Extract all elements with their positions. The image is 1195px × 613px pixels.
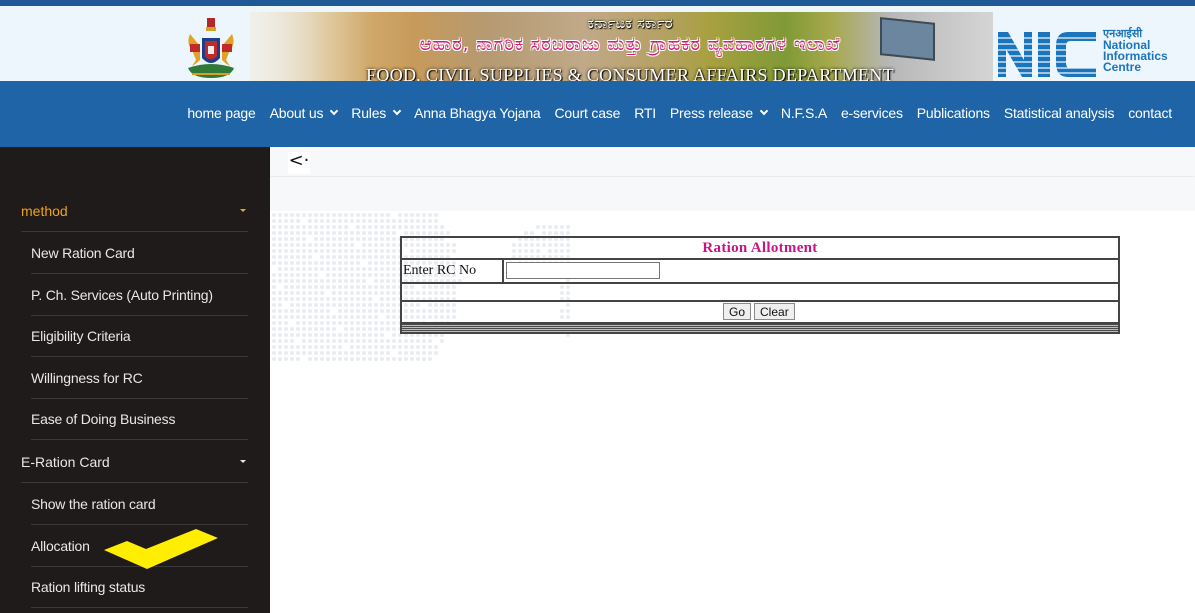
sidebar-item-eligibility-criteria[interactable]: Eligibility Criteria [31,316,248,357]
nav-item-anna-bhagya-yojana[interactable]: Anna Bhagya Yojana [407,105,547,121]
nav-item-label: About us [270,105,324,121]
nav-item-home-page[interactable]: home page [180,105,262,121]
sidebar-group-label: E-Ration Card [21,454,110,470]
nav-item-n-f-s-a[interactable]: N.F.S.A [774,105,834,121]
form-actions: Go Clear [402,302,1118,322]
sidebar-group-method[interactable]: method [21,190,248,232]
nav-item-publications[interactable]: Publications [910,105,997,121]
chevron-down-icon [760,107,768,115]
nav-item-press-release[interactable]: Press release [663,105,774,121]
nav-item-statistical-analysis[interactable]: Statistical analysis [997,105,1121,121]
chevron-down-icon [393,107,401,115]
nav-menu: home page About us Rules Anna Bhagya Yojana… [180,105,1179,121]
rc-number-input[interactable] [506,262,660,279]
banner-kannada-dept: ಆಹಾರ, ನಾಗರಿಕ ಸರಬರಾಜು ಮತ್ತು ಗ್ರಾಹಕರ ವ್ಯವಹ… [370,34,890,55]
nav-item-label: Press release [670,105,753,121]
nav-item-court-case[interactable]: Court case [548,105,628,121]
chevron-down-icon [330,107,338,115]
sidebar-item-willingness-for-rc[interactable]: Willingness for RC [31,358,248,399]
rc-number-row: Enter RC No [402,260,1118,284]
nic-mark-icon [998,32,1096,77]
back-arrow-icon[interactable]: <· [288,152,310,174]
sidebar-item-p-ch-services-auto-printing[interactable]: P. Ch. Services (Auto Printing) [31,275,248,316]
nav-item-label: e-services [841,105,903,121]
form-footer-stripes [402,322,1118,332]
header-banner: ಕರ್ನಾಟಕ ಸರ್ಕಾರ ಆಹಾರ, ನಾಗರಿಕ ಸರಬರಾಜು ಮತ್ತ… [0,6,1195,81]
nav-item-label: Statistical analysis [1004,105,1114,121]
annotation-checkmark-icon [100,525,225,575]
nav-item-label: home page [187,105,255,121]
banner-image: ಕರ್ನಾಟಕ ಸರ್ಕಾರ ಆಹಾರ, ನಾಗರಿಕ ಸರಬರಾಜು ಮತ್ತ… [250,12,993,87]
sidebar-group-e-ration-card[interactable]: E-Ration Card [21,441,248,483]
karnataka-emblem-icon [182,16,240,86]
nav-item-label: contact [1128,105,1172,121]
banner-kannada-govt: ಕರ್ನಾಟಕ ಸರ್ಕಾರ [530,14,730,32]
nav-item-label: Anna Bhagya Yojana [414,105,540,121]
nic-text: एनआईसी National Informatics Centre [1103,28,1168,73]
form-title: Ration Allotment [402,238,1118,260]
nav-item-label: Rules [351,105,386,121]
nav-item-e-services[interactable]: e-services [834,105,910,121]
caret-down-icon [240,209,246,212]
main-toolbar: <· [270,147,1195,176]
ration-allotment-form: Ration Allotment Enter RC No Go Clear [400,236,1120,334]
nav-item-label: N.F.S.A [781,105,827,121]
nav-item-label: RTI [634,105,656,121]
nav-item-label: Court case [555,105,621,121]
form-spacer-row [402,284,1118,302]
sidebar-item-ease-of-doing-business[interactable]: Ease of Doing Business [31,399,248,440]
go-button[interactable]: Go [723,303,751,320]
nav-item-contact[interactable]: contact [1121,105,1179,121]
caret-down-icon [240,460,246,463]
nav-item-rules[interactable]: Rules [344,105,407,121]
main-spacer [270,177,1195,211]
nav-item-about-us[interactable]: About us [263,105,345,121]
rc-number-label: Enter RC No [402,260,504,282]
sidebar-item-new-ration-card[interactable]: New Ration Card [31,233,248,274]
clear-button[interactable]: Clear [754,303,795,320]
nav-item-label: Publications [917,105,990,121]
sidebar-item-show-the-ration-card[interactable]: Show the ration card [31,484,248,525]
sidebar-group-label: method [21,203,68,219]
nav-item-rti[interactable]: RTI [627,105,663,121]
main-navigation: home page About us Rules Anna Bhagya Yojana… [0,81,1195,147]
